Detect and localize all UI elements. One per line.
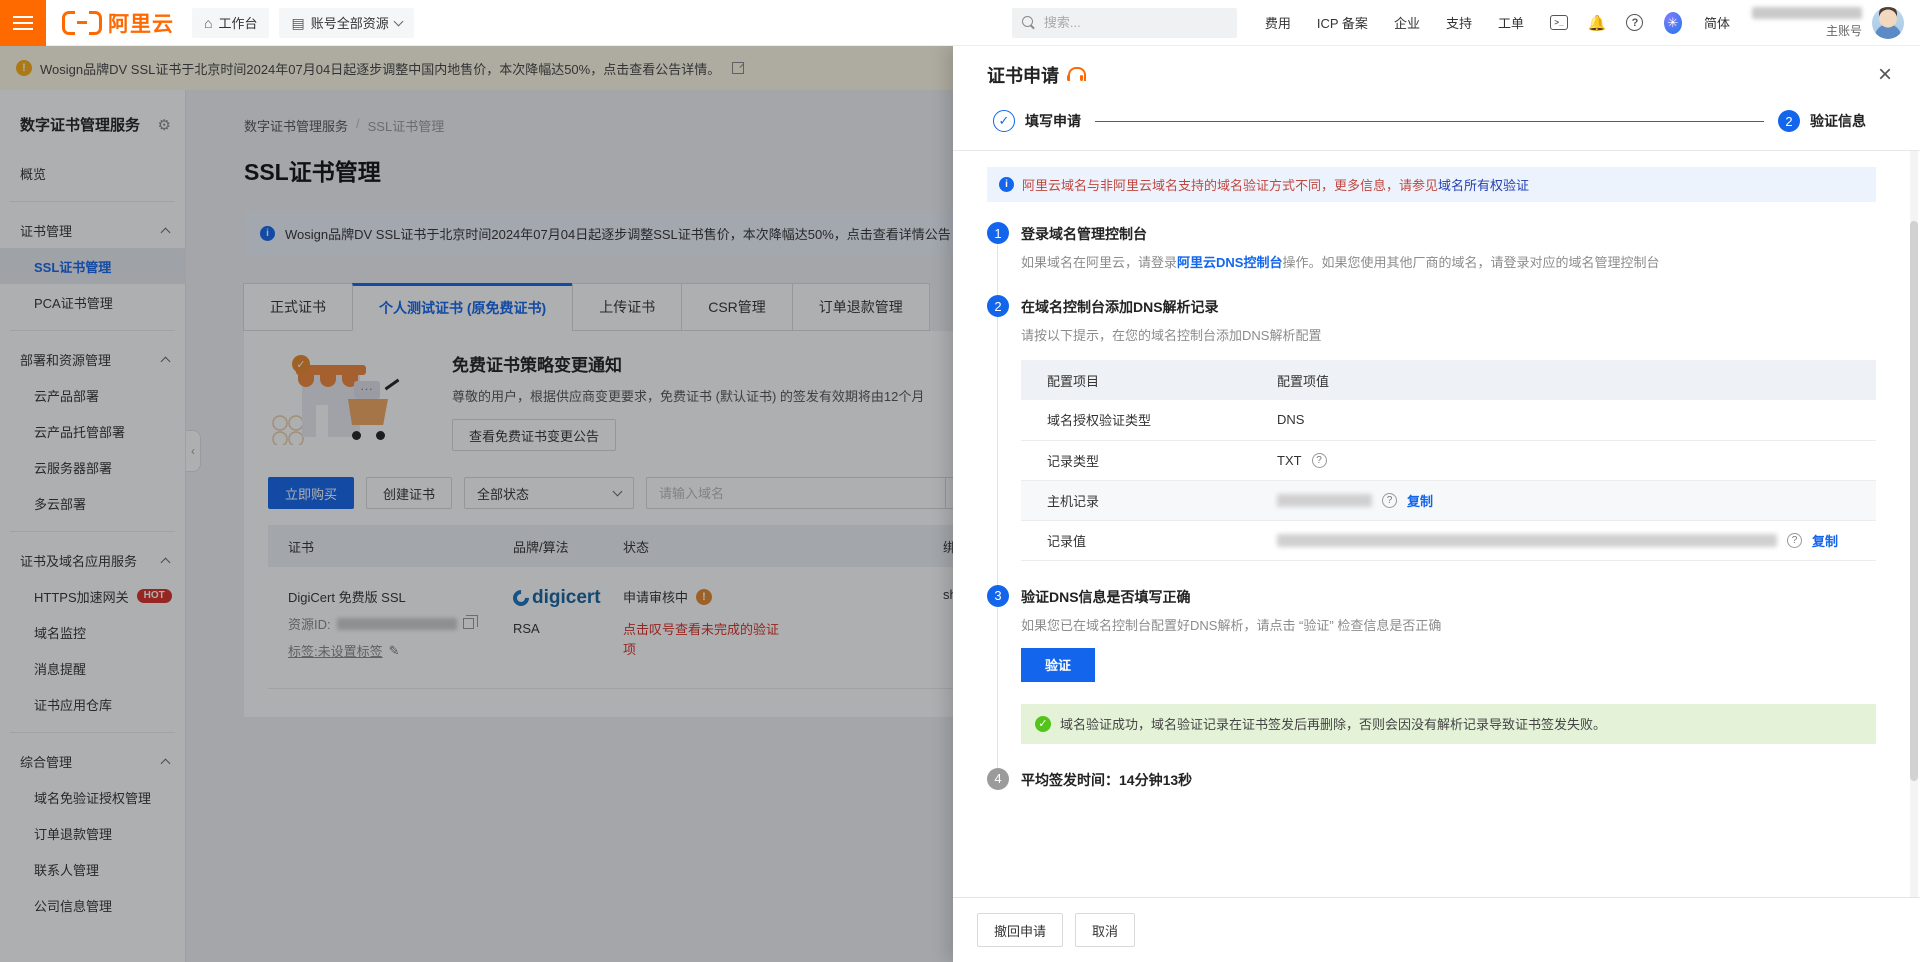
- nav-link-enterprise[interactable]: 企业: [1394, 13, 1420, 32]
- success-text: 域名验证成功，域名验证记录在证书签发后再删除，否则会因没有解析记录导致证书签发失…: [1060, 714, 1606, 733]
- workbench-button[interactable]: ⌂ 工作台: [192, 8, 269, 38]
- nav-link-support[interactable]: 支持: [1446, 13, 1472, 32]
- nav-link-tickets[interactable]: 工单: [1498, 13, 1524, 32]
- top-nav-links: 费用 ICP 备案 企业 支持 工单: [1265, 13, 1524, 32]
- cert-application-drawer: 证书申请 × ✓ 填写申请 2 验证信息 i 阿里云域名与非阿里云域名支持的域名…: [953, 46, 1920, 962]
- step1-label: 填写申请: [1025, 111, 1081, 131]
- drawer-footer: 撤回申请 取消: [953, 897, 1920, 962]
- hamburger-menu-icon[interactable]: [0, 0, 46, 46]
- dns-row-auth-type-key: 域名授权验证类型: [1021, 400, 1251, 440]
- step-1: 1 登录域名管理控制台: [987, 224, 1876, 244]
- withdraw-application-button[interactable]: 撤回申请: [977, 913, 1063, 947]
- scrollbar-thumb[interactable]: [1910, 221, 1918, 781]
- account-info[interactable]: 主账号: [1752, 7, 1862, 39]
- help-circle-icon[interactable]: ?: [1382, 493, 1397, 508]
- success-check-icon: ✓: [1035, 716, 1051, 732]
- top-nav-icons: >_ 🔔 ? ✳: [1550, 14, 1682, 32]
- aliyun-dns-console-link[interactable]: 阿里云DNS控制台: [1177, 255, 1282, 270]
- step2-number: 2: [1778, 110, 1800, 132]
- cloudshell-icon[interactable]: >_: [1550, 15, 1568, 30]
- step-2-title: 在域名控制台添加DNS解析记录: [1021, 297, 1219, 317]
- cancel-button[interactable]: 取消: [1075, 913, 1135, 947]
- help-circle-icon[interactable]: ?: [1787, 533, 1802, 548]
- nav-link-billing[interactable]: 费用: [1265, 13, 1291, 32]
- help-circle-icon[interactable]: ?: [1312, 453, 1327, 468]
- dns-host-record-redacted: [1277, 494, 1372, 507]
- avatar[interactable]: [1872, 7, 1904, 39]
- chevron-down-icon: [393, 16, 403, 26]
- step-2-circle: 2: [987, 295, 1009, 317]
- dns-row-auth-type-value: DNS: [1251, 400, 1876, 440]
- account-resources-dropdown[interactable]: ▤ 账号全部资源: [279, 8, 413, 38]
- aliyun-logo-icon: [62, 11, 102, 35]
- dns-row-record-type-key: 记录类型: [1021, 440, 1251, 480]
- dns-col-key: 配置项目: [1021, 360, 1251, 400]
- step-3-circle: 3: [987, 585, 1009, 607]
- dns-row-value-key: 记录值: [1021, 520, 1251, 560]
- step-complete-check-icon: ✓: [993, 110, 1015, 132]
- resources-icon: ▤: [291, 16, 304, 30]
- step-3-body: 如果您已在域名控制台配置好DNS解析，请点击 “验证” 检查信息是否正确 验证 …: [997, 607, 1876, 770]
- dns-row-host-key: 主机记录: [1021, 480, 1251, 520]
- close-icon[interactable]: ×: [1878, 63, 1892, 87]
- domain-ownership-link[interactable]: 域名所有权验证: [1438, 178, 1529, 193]
- home-icon: ⌂: [204, 16, 212, 30]
- step-2-body: 请按以下提示，在您的域名控制台添加DNS解析配置 配置项目 配置项值 域名授权验…: [997, 317, 1876, 587]
- aliyun-logo[interactable]: 阿里云: [62, 8, 174, 38]
- nav-link-icp[interactable]: ICP 备案: [1317, 13, 1368, 32]
- step-2-desc: 请按以下提示，在您的域名控制台添加DNS解析配置: [1021, 325, 1876, 344]
- domain-verification-notice: i 阿里云域名与非阿里云域名支持的域名验证方式不同，更多信息，请参见域名所有权验…: [987, 167, 1876, 202]
- step-1-body: 如果域名在阿里云，请登录阿里云DNS控制台操作。如果您使用其他厂商的域名，请登录…: [997, 244, 1876, 297]
- copy-record-value-link[interactable]: 复制: [1812, 531, 1838, 550]
- search-input[interactable]: [1044, 15, 1214, 30]
- step-2: 2 在域名控制台添加DNS解析记录: [987, 297, 1876, 317]
- step-3: 3 验证DNS信息是否填写正确: [987, 587, 1876, 607]
- headset-support-icon[interactable]: [1067, 67, 1085, 83]
- copy-host-record-link[interactable]: 复制: [1407, 491, 1433, 510]
- notifications-bell-icon[interactable]: 🔔: [1588, 14, 1606, 32]
- dns-config-table: 配置项目 配置项值 域名授权验证类型 DNS 记录类型 TXT ?: [1021, 360, 1876, 561]
- page: 阿里云 ⌂ 工作台 ▤ 账号全部资源 费用 ICP 备案 企业 支持 工单 >_…: [0, 0, 1920, 962]
- drawer-header: 证书申请 ×: [953, 46, 1920, 104]
- step-4-title: 平均签发时间：14分钟13秒: [1021, 770, 1192, 790]
- step-1-circle: 1: [987, 222, 1009, 244]
- search-icon: [1022, 16, 1036, 30]
- step-connector-line: [1095, 121, 1764, 122]
- assistant-icon[interactable]: ✳: [1664, 12, 1682, 34]
- drawer-title: 证书申请: [987, 62, 1059, 88]
- drawer-body: i 阿里云域名与非阿里云域名支持的域名验证方式不同，更多信息，请参见域名所有权验…: [953, 151, 1920, 897]
- global-search[interactable]: [1012, 8, 1237, 38]
- step-4: 4 平均签发时间：14分钟13秒: [987, 770, 1876, 790]
- step-1-title: 登录域名管理控制台: [1021, 224, 1147, 244]
- account-name-redacted: [1752, 7, 1862, 19]
- step-3-title: 验证DNS信息是否填写正确: [1021, 587, 1191, 607]
- language-switch[interactable]: 简体: [1704, 13, 1730, 32]
- help-icon[interactable]: ?: [1626, 14, 1643, 31]
- step-4-circle: 4: [987, 768, 1009, 790]
- step2-label: 验证信息: [1810, 111, 1866, 131]
- drawer-steps-header: ✓ 填写申请 2 验证信息: [953, 104, 1920, 150]
- top-navbar: 阿里云 ⌂ 工作台 ▤ 账号全部资源 费用 ICP 备案 企业 支持 工单 >_…: [0, 0, 1920, 46]
- dns-col-value: 配置项值: [1251, 360, 1876, 400]
- dns-row-record-type-value: TXT: [1277, 453, 1302, 468]
- dim-overlay: [0, 46, 953, 962]
- verify-success-alert: ✓ 域名验证成功，域名验证记录在证书签发后再删除，否则会因没有解析记录导致证书签…: [1021, 704, 1876, 744]
- verify-button[interactable]: 验证: [1021, 648, 1095, 682]
- info-icon: i: [999, 177, 1014, 192]
- dns-record-value-redacted: [1277, 534, 1777, 547]
- notice-text: 阿里云域名与非阿里云域名支持的域名验证方式不同，更多信息，请参见: [1022, 178, 1438, 193]
- aliyun-logo-text: 阿里云: [108, 8, 174, 38]
- step-3-desc: 如果您已在域名控制台配置好DNS解析，请点击 “验证” 检查信息是否正确: [1021, 615, 1876, 634]
- account-type-label: 主账号: [1752, 23, 1862, 39]
